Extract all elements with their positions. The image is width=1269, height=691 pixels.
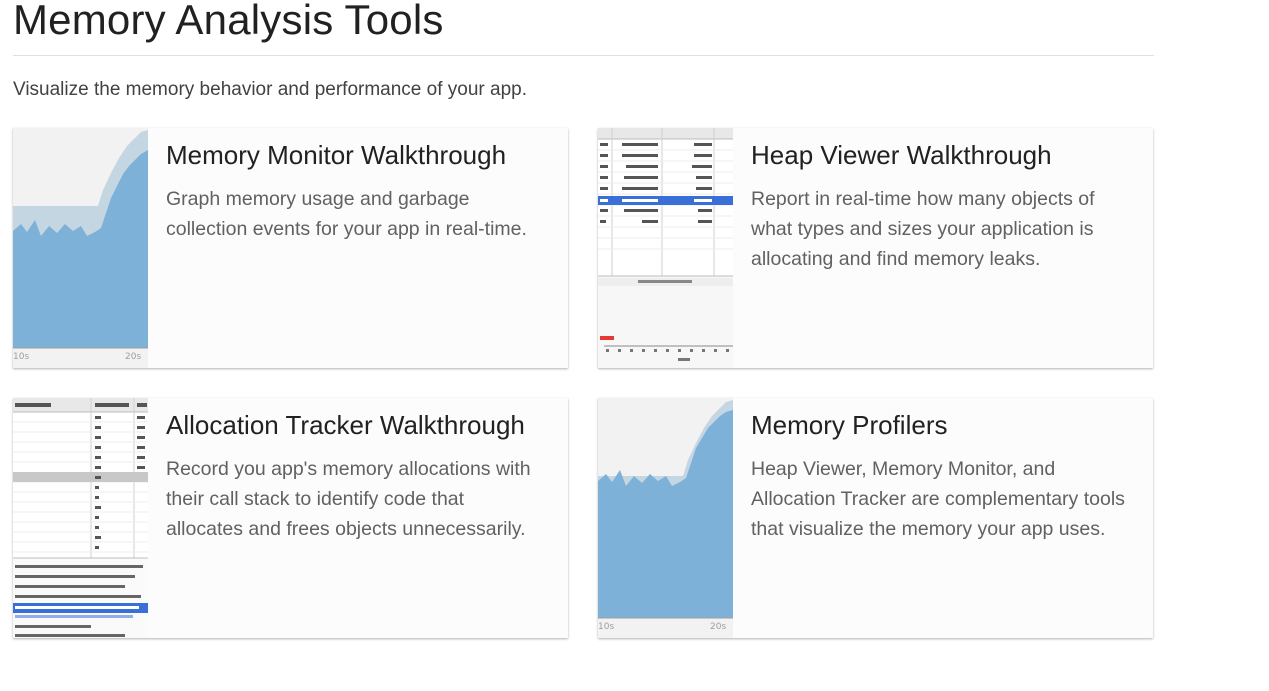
- card-title: Allocation Tracker Walkthrough: [166, 410, 525, 440]
- page-intro: Visualize the memory behavior and perfor…: [13, 79, 527, 100]
- card-heap-viewer-walkthrough[interactable]: Heap Viewer Walkthrough Report in real-t…: [598, 128, 1153, 368]
- title-divider: [13, 55, 1154, 56]
- card-title: Memory Profilers: [751, 410, 948, 440]
- svg-text:10s: 10s: [13, 352, 29, 362]
- card-description: Record you app's memory allocations with…: [166, 458, 531, 540]
- card-description: Report in real-time how many objects of …: [751, 188, 1095, 270]
- svg-text:20s: 20s: [125, 352, 141, 362]
- card-title: Memory Monitor Walkthrough: [166, 140, 507, 170]
- allocation-tracker-thumbnail: [13, 398, 148, 638]
- memory-profilers-thumbnail: 10s 20s: [598, 398, 733, 638]
- card-description: Graph memory usage and garbage collectio…: [166, 188, 527, 240]
- card-title: Heap Viewer Walkthrough: [751, 140, 1052, 170]
- svg-text:20s: 20s: [710, 622, 726, 632]
- memory-monitor-thumbnail: 10s 20s: [13, 128, 148, 368]
- svg-text:10s: 10s: [598, 622, 614, 632]
- card-description: Heap Viewer, Memory Monitor, and Allocat…: [751, 458, 1125, 540]
- card-memory-profilers[interactable]: 10s 20s Memory Profilers Heap Viewer, Me…: [598, 398, 1153, 638]
- card-memory-monitor-walkthrough[interactable]: 10s 20s Memory Monitor Walkthrough Graph…: [13, 128, 568, 368]
- card-allocation-tracker-walkthrough[interactable]: Allocation Tracker Walkthrough Record yo…: [13, 398, 568, 638]
- heap-viewer-thumbnail: [598, 128, 733, 368]
- page-title: Memory Analysis Tools: [13, 0, 444, 43]
